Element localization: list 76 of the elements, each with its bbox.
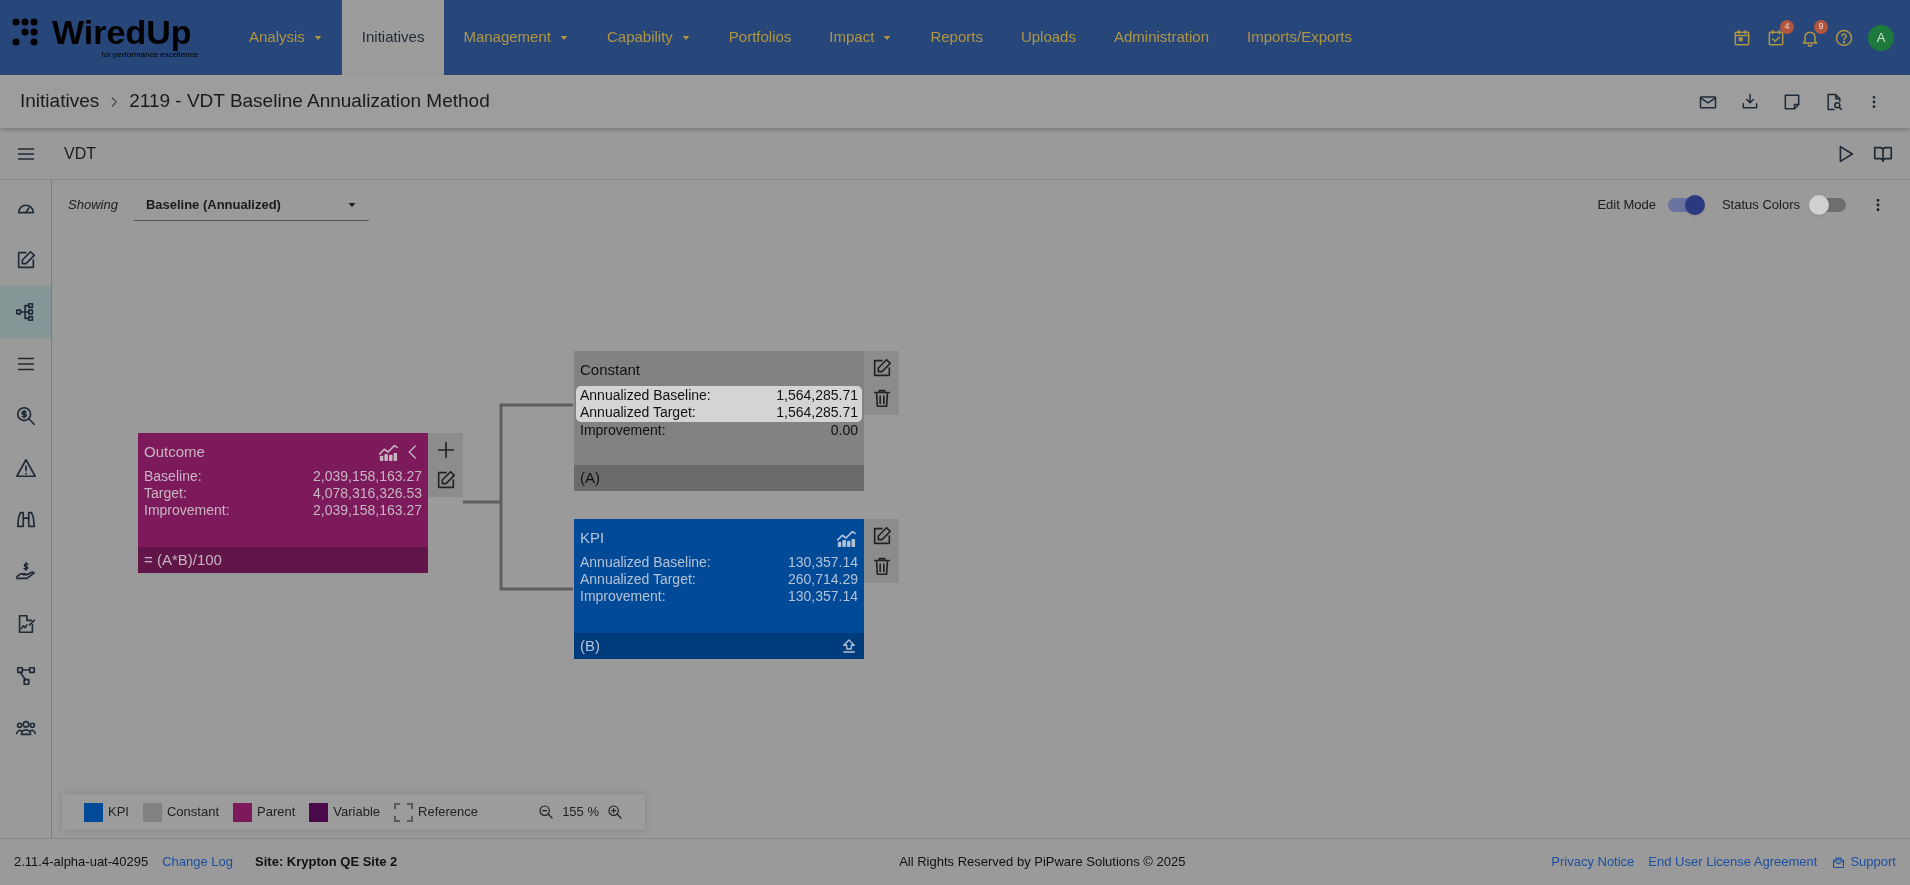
node-title: KPI <box>580 528 605 548</box>
version-text: 2.11.4-alpha-uat-40295 <box>14 853 149 872</box>
copyright-text: All Rights Reserved by PiPware Solutions © 2025 <box>898 853 1186 872</box>
row-label: Annualized Target: <box>580 570 696 588</box>
task-check-icon[interactable] <box>1766 27 1786 48</box>
breadcrumb-link[interactable]: Initiatives <box>20 87 100 116</box>
dollar-search-icon <box>14 405 37 427</box>
calendar-icon[interactable] <box>1732 27 1752 48</box>
site-text: Site: Krypton QE Site 2 <box>255 853 398 872</box>
legend-label: Reference <box>418 803 479 822</box>
node-card[interactable]: Outcome Baseline: 2,039,158,163.27 Target: 4,078,316,326.53 Improvement: 2,039,158,163.27 = (A*B)/100 <box>138 433 428 573</box>
row-label: Improvement: <box>580 587 666 605</box>
legend-label: Parent <box>257 803 296 822</box>
row-label: Baseline: <box>144 467 202 485</box>
help-icon[interactable] <box>1834 27 1854 48</box>
nav-tab[interactable]: Analysis <box>230 0 342 75</box>
formula-text: (A) <box>580 467 600 488</box>
nav-tab[interactable]: Imports/Exports <box>1228 0 1372 75</box>
changelog-link[interactable]: Change Log <box>162 852 234 872</box>
zoom-level: 155 % <box>562 803 599 822</box>
toggle-switch[interactable] <box>1812 198 1846 212</box>
toggle-label: Edit Mode <box>1597 196 1656 215</box>
row-label: Annualized Baseline: <box>580 553 711 571</box>
row-value: 260,714.29 <box>787 570 858 588</box>
download-tray-icon[interactable] <box>1740 91 1760 112</box>
nav-tab[interactable]: Administration <box>1094 0 1228 75</box>
hierarchy-icon <box>14 665 37 687</box>
nav-tab[interactable]: Impact <box>810 0 912 75</box>
legend-label: KPI <box>108 803 129 822</box>
nav-tab[interactable]: Uploads <box>1001 0 1095 75</box>
nav-tab[interactable]: Management <box>444 0 588 75</box>
support-link[interactable]: Support <box>1831 852 1896 872</box>
logo-text: WiredUp <box>52 14 192 49</box>
row-value: 2,039,158,163.27 <box>313 501 422 519</box>
formula-text: (B) <box>580 635 600 656</box>
page-title: 2119 - VDT Baseline Annualization Method <box>129 89 490 114</box>
node-card[interactable]: KPI Annualized Baseline: 130,357.14 Annualized Target: 260,714.29 Improvement: 130,357.14 (B) <box>574 519 864 659</box>
row-value: 1,564,285.71 <box>776 386 858 404</box>
node-title: Constant <box>580 360 641 380</box>
nav-tab[interactable]: Capability <box>587 0 710 75</box>
toggle-label: Status Colors <box>1721 196 1800 215</box>
node-card[interactable]: Constant Annualized Baseline: 1,564,285.71 Annualized Target: 1,564,285.71 Improvement: 0.00 (A) <box>574 351 864 491</box>
document-search-icon[interactable] <box>1824 91 1844 112</box>
legend-label: Variable <box>333 803 381 822</box>
row-label: Target: <box>144 484 187 502</box>
node-title: Outcome <box>144 442 205 462</box>
sidebar-item[interactable] <box>0 286 51 338</box>
toolbar-title: VDT <box>64 143 97 164</box>
footer-link[interactable]: End User License Agreement <box>1648 852 1818 872</box>
count-badge: 9 <box>1814 19 1828 34</box>
row-value: 1,564,285.71 <box>776 403 858 421</box>
view-select[interactable]: Baseline (Annualized) <box>133 189 369 221</box>
row-label: Annualized Target: <box>580 403 696 421</box>
row-value: 130,357.14 <box>787 553 858 571</box>
row-value: 0.00 <box>830 421 858 439</box>
legend-label: Constant <box>166 803 219 822</box>
count-badge: 4 <box>1780 19 1794 34</box>
avatar[interactable]: A <box>1868 24 1894 51</box>
nav-tab[interactable]: Portfolios <box>709 0 811 75</box>
nav-tab[interactable]: Initiatives <box>341 0 445 75</box>
row-value: 2,039,158,163.27 <box>313 467 422 485</box>
row-value: 130,357.14 <box>787 587 858 605</box>
formula-text: = (A*B)/100 <box>144 549 222 570</box>
zoom-out-icon[interactable] <box>538 804 555 820</box>
support-icon <box>1831 854 1847 870</box>
zoom-in-icon[interactable] <box>607 804 623 820</box>
row-value: 4,078,316,326.53 <box>313 484 422 502</box>
row-label: Improvement: <box>144 501 230 519</box>
filter-label: Showing <box>68 196 118 215</box>
row-label: Improvement: <box>580 421 666 439</box>
footer-link[interactable]: Privacy Notice <box>1551 852 1635 872</box>
row-label: Annualized Baseline: <box>580 386 711 404</box>
warning-icon <box>14 457 37 479</box>
toggle-switch[interactable] <box>1667 198 1702 212</box>
nav-tab[interactable]: Reports <box>911 0 1002 75</box>
upload-icon[interactable] <box>840 637 858 655</box>
